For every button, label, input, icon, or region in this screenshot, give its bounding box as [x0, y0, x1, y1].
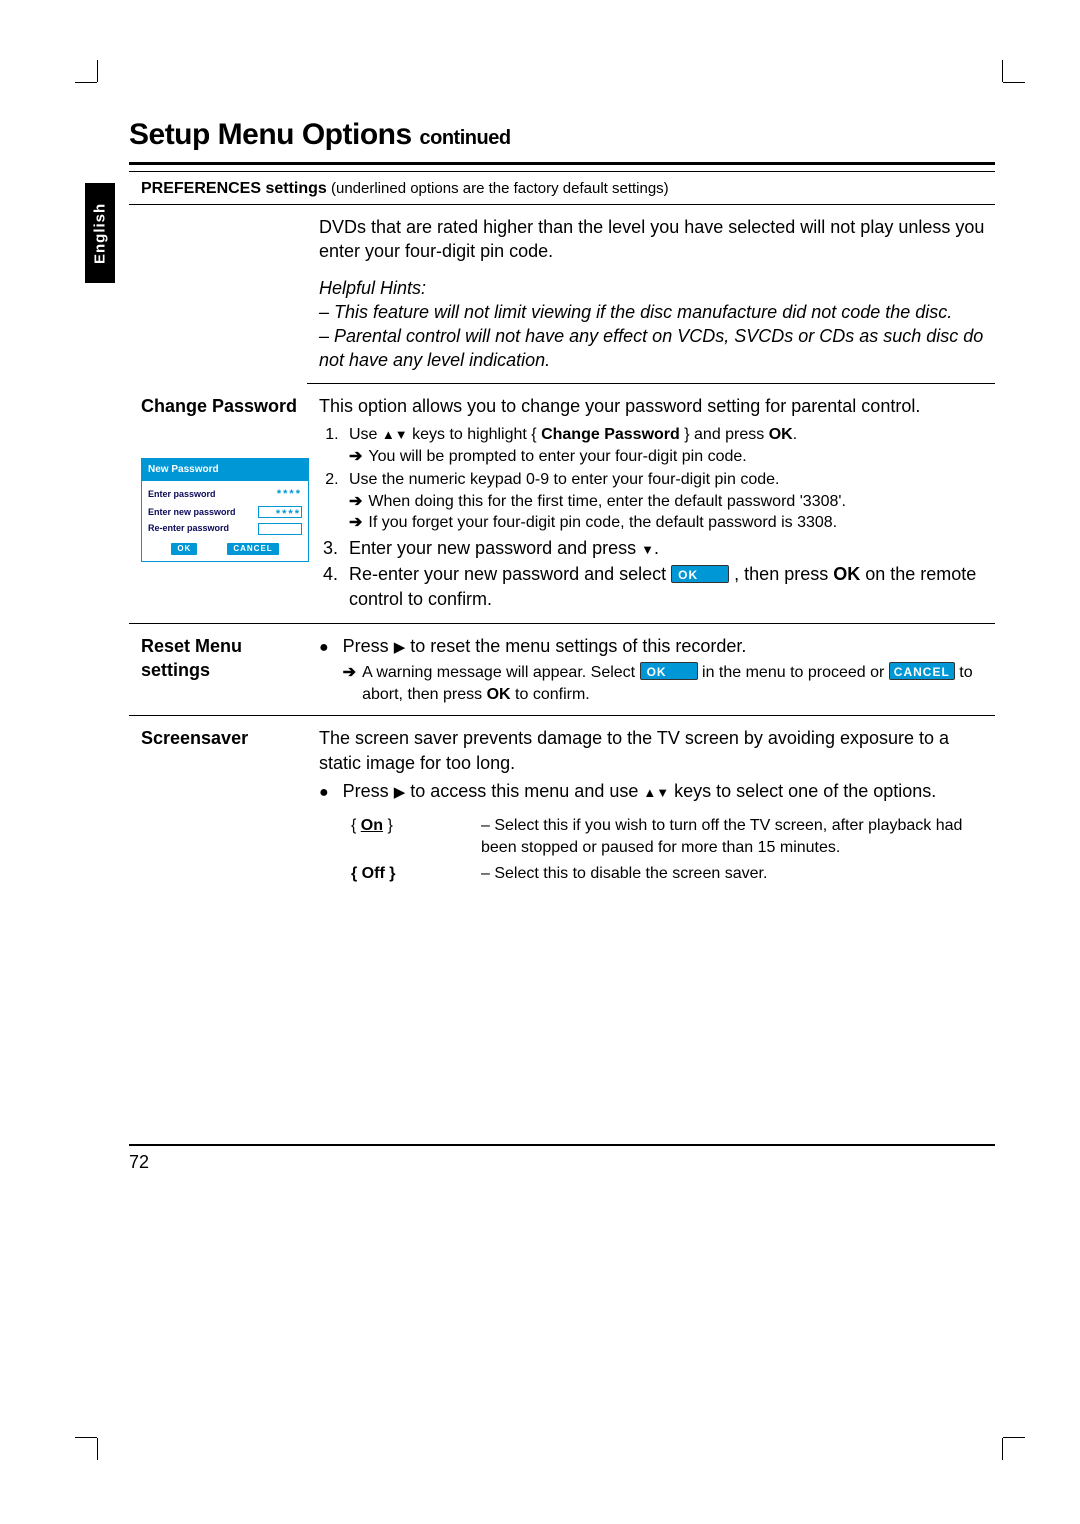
- t: { Off }: [351, 865, 395, 882]
- ok-button-graphic: OK: [671, 565, 729, 583]
- step-4: Re-enter your new password and select OK…: [343, 562, 991, 611]
- t: Press: [343, 636, 394, 656]
- option-off-desc: – Select this to disable the screen save…: [477, 861, 991, 887]
- t: Use the numeric keypad 0-9 to enter your…: [349, 471, 779, 488]
- down-icon: [641, 538, 654, 558]
- t: Use: [349, 426, 382, 443]
- up-icon: [382, 426, 395, 443]
- preferences-header-note: (underlined options are the factory defa…: [327, 180, 669, 197]
- step-2: Use the numeric keypad 0-9 to enter your…: [343, 469, 991, 534]
- t: Press: [343, 781, 394, 801]
- language-tab: English: [85, 183, 115, 283]
- t: .: [793, 426, 797, 443]
- dialog-row3: Re-enter password: [148, 520, 250, 537]
- bullet-icon: ●: [319, 637, 329, 708]
- title-main: Setup Menu Options: [129, 118, 412, 151]
- t: to access this menu and use: [405, 781, 643, 801]
- t: keys to select one of the options.: [669, 781, 936, 801]
- parental-line1: DVDs that are rated higher than the leve…: [319, 215, 991, 264]
- dialog-cancel-button[interactable]: CANCEL: [227, 543, 278, 556]
- settings-table: DVDs that are rated higher than the leve…: [129, 205, 995, 1146]
- parental-label-empty: [129, 205, 307, 384]
- option-on-desc: – Select this if you wish to turn off th…: [477, 813, 991, 860]
- right-icon: [394, 636, 406, 656]
- divider-double: [129, 162, 995, 172]
- t: .: [654, 538, 659, 558]
- title-continued: continued: [420, 127, 511, 149]
- t: , then press: [729, 564, 833, 584]
- result-arrow-icon: [349, 512, 362, 534]
- t: Change Password: [541, 426, 680, 443]
- t: OK: [833, 564, 860, 584]
- hints-label: Helpful Hints:: [319, 276, 991, 300]
- hint-2: – Parental control will not have any eff…: [319, 324, 991, 373]
- t: On: [361, 817, 383, 834]
- reset-menu-label: Reset Menu settings: [129, 624, 307, 716]
- t: in the menu to proceed or: [698, 664, 889, 681]
- parental-desc: DVDs that are rated higher than the leve…: [307, 205, 995, 384]
- t: OK: [769, 426, 793, 443]
- cancel-button-graphic: CANCEL: [889, 662, 955, 680]
- preferences-header: PREFERENCES settings (underlined options…: [129, 172, 995, 205]
- t: If you forget your four-digit pin code, …: [368, 512, 837, 534]
- up-icon: [643, 781, 656, 801]
- t: OK: [487, 686, 511, 703]
- ok-button-graphic: OK: [640, 662, 698, 680]
- result-arrow-icon: [349, 446, 362, 468]
- t: to confirm.: [511, 686, 590, 703]
- bullet-icon: ●: [319, 782, 329, 806]
- t: Re-enter your new password and select: [349, 564, 671, 584]
- screensaver-label: Screensaver: [129, 716, 307, 1146]
- preferences-header-bold: PREFERENCES settings: [141, 180, 327, 197]
- dialog-row2: Enter new password: [148, 503, 250, 520]
- t: A warning message will appear. Select: [362, 664, 639, 681]
- t: } and press: [680, 426, 769, 443]
- helpful-hints: Helpful Hints: – This feature will not l…: [319, 276, 991, 373]
- screensaver-desc: The screen saver prevents damage to the …: [307, 716, 995, 1146]
- result-arrow-icon: [343, 662, 356, 705]
- t: to reset the menu settings of this recor…: [405, 636, 746, 656]
- down-icon: [395, 426, 408, 443]
- t: keys to highlight {: [408, 426, 541, 443]
- step-3: Enter your new password and press .: [343, 536, 991, 560]
- reset-menu-desc: ● Press to reset the menu settings of th…: [307, 624, 995, 716]
- page-title: Setup Menu Options continued: [129, 118, 995, 152]
- hint-1: – This feature will not limit viewing if…: [319, 300, 991, 324]
- change-password-label-cell: Change Password New Password Enter passw…: [129, 384, 307, 624]
- step-1: Use keys to highlight { Change Password …: [343, 424, 991, 467]
- change-password-desc: This option allows you to change your pa…: [307, 384, 995, 624]
- page-number: 72: [129, 1152, 995, 1173]
- change-password-intro: This option allows you to change your pa…: [319, 394, 991, 418]
- t: You will be prompted to enter your four-…: [368, 446, 746, 468]
- t: Enter your new password and press: [349, 538, 641, 558]
- result-arrow-icon: [349, 491, 362, 513]
- down-icon: [656, 781, 669, 801]
- screensaver-intro: The screen saver prevents damage to the …: [319, 726, 991, 775]
- dialog-row1: Enter password: [148, 485, 250, 504]
- option-on-label: { On }: [347, 813, 477, 860]
- change-password-label: Change Password: [141, 396, 297, 416]
- dialog-ok-button[interactable]: OK: [171, 543, 197, 556]
- t: When doing this for the first time, ente…: [368, 491, 845, 513]
- right-icon: [394, 781, 406, 801]
- password-dialog-figure: New Password Enter password**** Enter ne…: [141, 458, 309, 562]
- dialog-title: New Password: [142, 459, 308, 481]
- option-off-label: { Off }: [347, 861, 477, 887]
